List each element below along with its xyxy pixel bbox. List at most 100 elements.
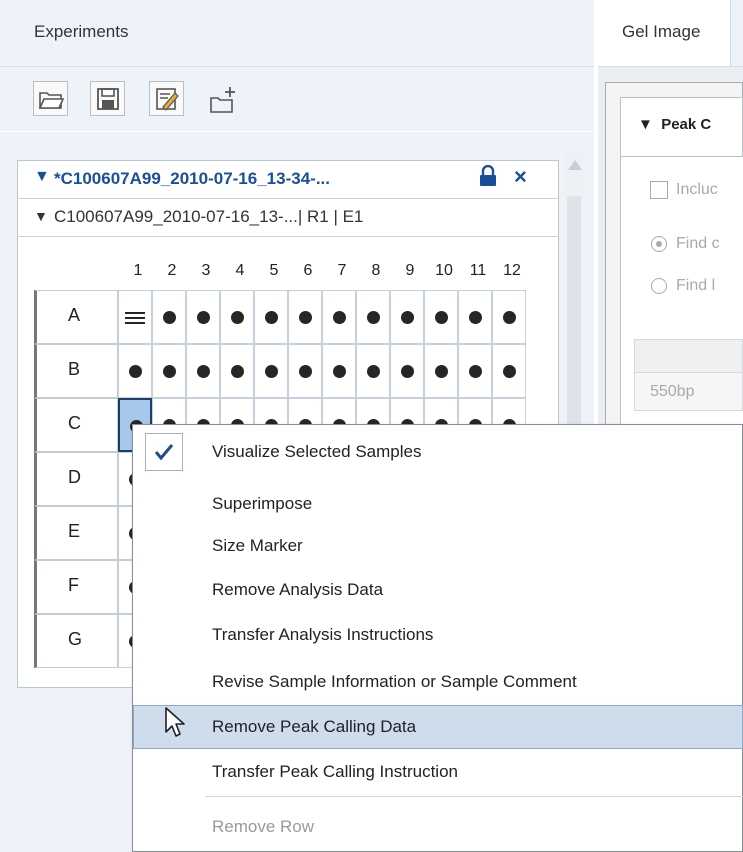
well-cell[interactable] <box>492 290 526 344</box>
well-cell[interactable] <box>390 344 424 398</box>
well-cell[interactable] <box>152 290 186 344</box>
column-header[interactable]: 6 <box>291 262 325 280</box>
sample-dot-icon <box>401 311 414 324</box>
save-button[interactable] <box>90 81 125 116</box>
menu-separator <box>205 796 743 797</box>
include-checkbox-label: Incluc <box>676 181 718 198</box>
row-header[interactable]: B <box>34 344 118 398</box>
run-title: C100607A99_2010-07-16_13-...| R1 | E1 <box>54 207 364 226</box>
row-label: C <box>68 413 81 433</box>
menu-item-remove-peak-calling-data[interactable]: Remove Peak Calling Data <box>133 705 743 749</box>
menu-item-label: Transfer Peak Calling Instruction <box>212 762 458 781</box>
menu-item-size-marker[interactable]: Size Marker <box>133 524 743 568</box>
well-cell[interactable] <box>390 290 424 344</box>
collapse-arrow-icon[interactable]: ▼ <box>34 168 50 186</box>
scroll-up-icon[interactable] <box>568 160 582 170</box>
well-cell[interactable] <box>254 344 288 398</box>
well-cell[interactable] <box>118 344 152 398</box>
row-header[interactable]: D <box>34 452 118 506</box>
menu-item-label: Transfer Analysis Instructions <box>212 625 434 644</box>
row-label: F <box>68 575 79 595</box>
include-checkbox[interactable] <box>650 181 668 199</box>
column-header[interactable]: 12 <box>495 262 529 280</box>
column-header[interactable]: 10 <box>427 262 461 280</box>
tab-gel-image-label: Gel Image <box>622 22 701 41</box>
row-label: A <box>68 305 81 325</box>
row-header[interactable]: C <box>34 398 118 452</box>
sample-dot-icon <box>435 311 448 324</box>
close-icon[interactable]: × <box>514 164 527 190</box>
ladder-icon <box>125 312 145 324</box>
well-cell[interactable] <box>424 290 458 344</box>
column-header[interactable]: 4 <box>223 262 257 280</box>
well-cell[interactable] <box>458 344 492 398</box>
row-header[interactable]: A <box>34 290 118 344</box>
find-radio-2[interactable] <box>651 278 667 294</box>
row-header[interactable]: F <box>34 560 118 614</box>
well-cell[interactable] <box>152 344 186 398</box>
column-header[interactable]: 8 <box>359 262 393 280</box>
column-header[interactable]: 2 <box>155 262 189 280</box>
open-folder-icon <box>38 92 65 109</box>
well-cell[interactable] <box>220 290 254 344</box>
sample-dot-icon <box>163 311 176 324</box>
row-label: G <box>68 629 83 649</box>
new-experiment-button[interactable] <box>205 81 240 116</box>
column-header[interactable]: 3 <box>189 262 223 280</box>
well-cell[interactable] <box>458 290 492 344</box>
well-cell[interactable] <box>186 344 220 398</box>
menu-item-visualize-selected-samples[interactable]: Visualize Selected Samples <box>133 430 743 474</box>
peak-table-header <box>634 339 743 373</box>
row-label: E <box>68 521 81 541</box>
well-cell[interactable] <box>186 290 220 344</box>
sample-dot-icon <box>469 311 482 324</box>
sample-dot-icon <box>197 311 210 324</box>
row-header[interactable]: E <box>34 506 118 560</box>
lock-icon <box>479 164 497 192</box>
sample-dot-icon <box>367 365 380 378</box>
well-cell[interactable] <box>118 290 152 344</box>
menu-item-label: Revise Sample Information or Sample Comm… <box>212 672 577 691</box>
well-cell[interactable] <box>424 344 458 398</box>
row-label: D <box>68 467 81 487</box>
mouse-cursor-icon <box>164 706 188 745</box>
find-radio-2-label: Find l <box>676 277 716 294</box>
sample-dot-icon <box>503 311 516 324</box>
column-header[interactable]: 9 <box>393 262 427 280</box>
menu-item-revise-sample-information-or-sample-comment[interactable]: Revise Sample Information or Sample Comm… <box>133 660 743 704</box>
well-cell[interactable] <box>356 344 390 398</box>
column-header[interactable]: 11 <box>461 262 495 280</box>
sample-dot-icon <box>367 311 380 324</box>
column-header[interactable]: 7 <box>325 262 359 280</box>
well-cell[interactable] <box>322 290 356 344</box>
sample-dot-icon <box>197 365 210 378</box>
menu-item-remove-analysis-data[interactable]: Remove Analysis Data <box>133 568 743 612</box>
well-cell[interactable] <box>288 344 322 398</box>
menu-item-transfer-peak-calling-instruction[interactable]: Transfer Peak Calling Instruction <box>133 750 743 794</box>
column-header[interactable]: 1 <box>121 262 155 280</box>
well-cell[interactable] <box>322 344 356 398</box>
sample-dot-icon <box>163 365 176 378</box>
well-cell[interactable] <box>254 290 288 344</box>
sample-dot-icon <box>401 365 414 378</box>
edit-button[interactable] <box>149 81 184 116</box>
well-cell[interactable] <box>356 290 390 344</box>
peak-section-title: ▼ Peak C <box>638 116 712 133</box>
well-cell[interactable] <box>220 344 254 398</box>
find-radio-1-label: Find c <box>676 235 720 252</box>
menu-item-transfer-analysis-instructions[interactable]: Transfer Analysis Instructions <box>133 613 743 657</box>
peak-table-value: 550bp <box>650 383 695 400</box>
find-radio-1[interactable] <box>651 236 667 252</box>
open-folder-button[interactable] <box>33 81 68 116</box>
collapse-arrow-icon[interactable]: ▼ <box>34 208 48 224</box>
menu-item-label: Remove Peak Calling Data <box>212 717 417 736</box>
row-header[interactable]: G <box>34 614 118 668</box>
well-cell[interactable] <box>492 344 526 398</box>
menu-item-label: Remove Analysis Data <box>212 580 384 599</box>
menu-item-superimpose[interactable]: Superimpose <box>133 482 743 526</box>
sample-dot-icon <box>129 365 142 378</box>
sample-dot-icon <box>265 311 278 324</box>
column-header[interactable]: 5 <box>257 262 291 280</box>
well-cell[interactable] <box>288 290 322 344</box>
menu-check-box <box>145 433 183 471</box>
